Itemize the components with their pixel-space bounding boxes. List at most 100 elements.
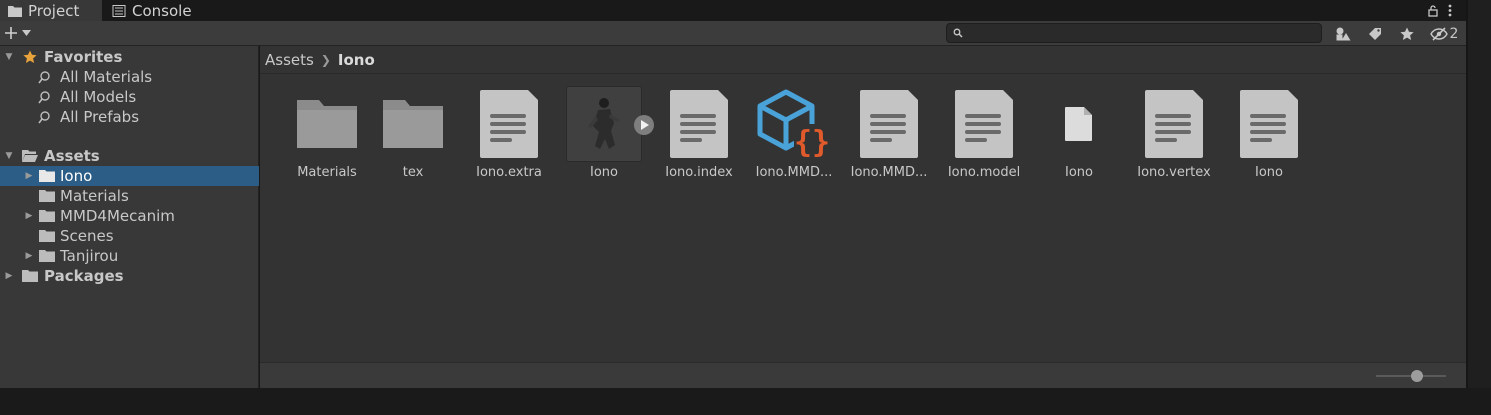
asset-item[interactable]: {} Iono.MMD...	[748, 86, 840, 186]
tree-assets[interactable]: ▼ Assets	[0, 146, 259, 166]
tree-item-all-materials[interactable]: All Materials	[0, 67, 259, 87]
chevron-right-icon: ❯	[320, 52, 331, 67]
tree-assets-label: Assets	[44, 147, 100, 165]
asset-name: Iono.index	[665, 165, 733, 180]
text-file-icon	[670, 90, 728, 158]
expand-arrow-icon[interactable]: ▼	[4, 151, 14, 161]
asset-item[interactable]: Iono	[1223, 86, 1315, 186]
kebab-menu-icon[interactable]	[1448, 4, 1452, 17]
search-icon	[953, 28, 963, 38]
asset-item[interactable]: Iono	[558, 86, 654, 186]
console-icon	[112, 4, 126, 17]
asset-item[interactable]: Iono.vertex	[1128, 86, 1220, 186]
tree-item-materials[interactable]: Materials	[0, 186, 259, 206]
tree-item-all-models[interactable]: All Models	[0, 87, 259, 107]
script-cube-icon: {}	[757, 89, 830, 160]
asset-item[interactable]: Iono.model	[938, 86, 1030, 186]
search-by-type-button[interactable]	[1327, 22, 1359, 45]
asset-browser: Assets ❯ Iono Materials tex Iono.extra I…	[260, 46, 1466, 388]
tab-bar: Project Console	[0, 0, 1466, 21]
tree-favorites[interactable]: ▼ Favorites	[0, 47, 259, 67]
eye-hidden-icon	[1429, 26, 1448, 41]
svg-text:{}: {}	[794, 125, 830, 160]
asset-item[interactable]: Iono.MMD...	[843, 86, 935, 186]
tab-console[interactable]: Console	[104, 0, 200, 21]
star-icon	[23, 50, 37, 63]
plus-icon	[5, 27, 17, 39]
expand-arrow-icon[interactable]: ▶	[24, 211, 34, 221]
asset-name: Iono	[1065, 165, 1093, 180]
text-file-icon	[860, 90, 918, 158]
expand-arrow-icon[interactable]: ▼	[4, 52, 14, 62]
dropdown-arrow-icon	[22, 30, 31, 36]
create-asset-button[interactable]	[4, 23, 40, 43]
text-file-icon	[480, 90, 538, 158]
blank-file-icon	[1065, 107, 1092, 141]
expand-arrow-icon[interactable]: ▶	[24, 251, 34, 261]
folder-icon	[39, 250, 55, 262]
breadcrumb-root[interactable]: Assets	[265, 51, 314, 69]
expand-arrow-icon[interactable]: ▶	[24, 171, 34, 181]
tag-icon	[1369, 27, 1381, 40]
project-tree: ▼ Favorites All Materials All Models All…	[0, 46, 259, 388]
asset-name: Iono.vertex	[1137, 165, 1211, 180]
project-toolbar: 2	[0, 21, 1466, 46]
asset-item[interactable]: tex	[367, 86, 459, 186]
search-by-label-button[interactable]	[1359, 22, 1391, 45]
search-icon	[38, 71, 50, 84]
asset-name: Iono.model	[947, 165, 1021, 180]
slider-knob[interactable]	[1411, 370, 1423, 382]
tab-console-label: Console	[132, 1, 192, 20]
asset-name: Materials	[297, 165, 357, 180]
play-icon[interactable]	[633, 114, 655, 136]
tree-packages-label: Packages	[44, 267, 124, 285]
tab-project[interactable]: Project	[0, 0, 102, 21]
model-preview	[566, 86, 642, 162]
asset-name: Iono	[590, 165, 618, 180]
folder-icon	[383, 100, 443, 148]
asset-item[interactable]: Materials	[281, 86, 373, 186]
asset-name: Iono	[1255, 165, 1283, 180]
asset-item[interactable]: Iono.index	[653, 86, 745, 186]
hidden-packages-toggle[interactable]: 2	[1423, 22, 1465, 45]
breadcrumb: Assets ❯ Iono	[260, 46, 1466, 74]
folder-icon	[8, 5, 22, 17]
tree-favorites-label: Favorites	[44, 48, 123, 66]
search-icon	[38, 91, 50, 104]
folder-icon	[39, 230, 55, 242]
tree-item-all-prefabs[interactable]: All Prefabs	[0, 107, 259, 127]
folder-icon	[297, 100, 357, 148]
tree-item-label: All Models	[60, 88, 137, 106]
tree-item-iono[interactable]: ▶ Iono	[0, 166, 259, 186]
tree-item-scenes[interactable]: Scenes	[0, 226, 259, 246]
search-field[interactable]	[946, 23, 1322, 43]
folder-icon	[39, 210, 55, 222]
save-search-button[interactable]	[1391, 22, 1423, 45]
asset-item[interactable]: Iono	[1033, 86, 1125, 186]
icon-size-slider[interactable]	[1376, 370, 1446, 382]
expand-arrow-icon[interactable]: ▶	[4, 271, 14, 281]
folder-icon	[39, 170, 55, 182]
tree-item-tanjirou[interactable]: ▶ Tanjirou	[0, 246, 259, 266]
folder-icon	[39, 190, 55, 202]
tree-item-label: Iono	[60, 167, 93, 185]
tree-packages[interactable]: ▶ Packages	[0, 266, 259, 286]
text-file-icon	[955, 90, 1013, 158]
tree-item-label: Scenes	[60, 227, 114, 245]
open-folder-icon	[22, 150, 38, 162]
tree-item-label: All Materials	[60, 68, 153, 86]
tab-project-label: Project	[28, 1, 80, 20]
search-icon	[38, 111, 50, 124]
text-file-icon	[1240, 90, 1298, 158]
tree-item-mmd4mecanim[interactable]: ▶ MMD4Mecanim	[0, 206, 259, 226]
status-bar	[260, 362, 1466, 388]
breadcrumb-current[interactable]: Iono	[338, 51, 375, 69]
lock-icon[interactable]	[1428, 4, 1438, 17]
asset-item[interactable]: Iono.extra	[463, 86, 555, 186]
shapes-icon	[1336, 27, 1351, 40]
asset-name: Iono.MMD...	[850, 165, 928, 180]
tree-item-label: All Prefabs	[60, 108, 140, 126]
character-model-icon	[588, 98, 620, 149]
star-icon	[1400, 27, 1414, 40]
folder-icon	[22, 270, 38, 282]
